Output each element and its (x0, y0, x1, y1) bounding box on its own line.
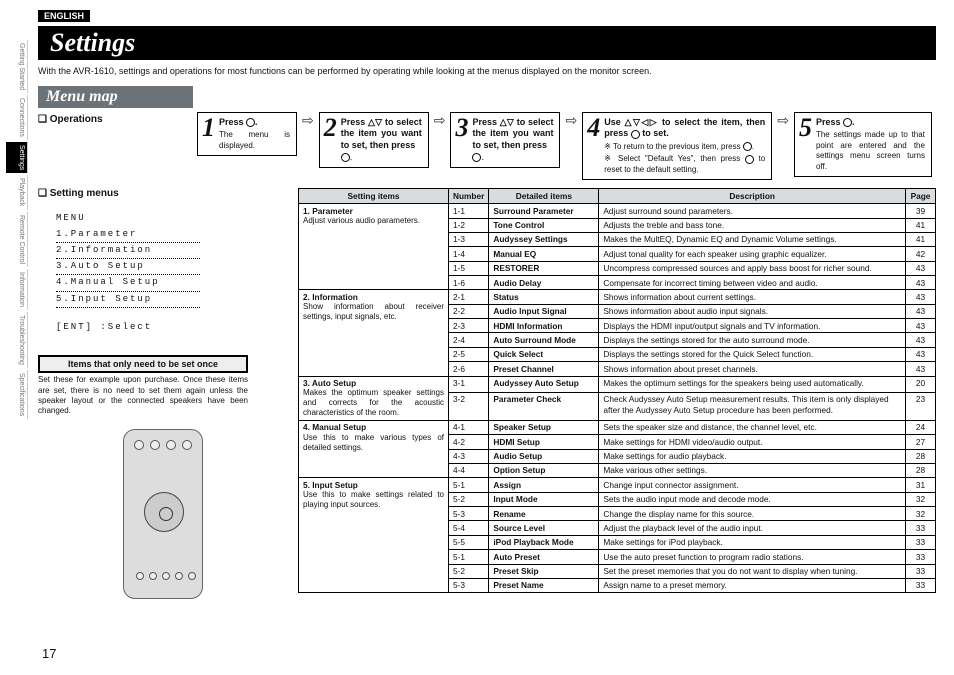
once-heading: Items that only need to be set once (38, 355, 248, 373)
dpad-icon (144, 492, 184, 532)
th-page: Page (906, 189, 936, 204)
step-3: 3 Press △▽ to select the item you want t… (450, 112, 560, 169)
operation-steps-row: ❏ Operations 1 Press . The menu is displ… (38, 112, 936, 181)
language-label: ENGLISH (38, 10, 90, 22)
side-tab-troubleshooting[interactable]: Troubleshooting (6, 312, 28, 368)
page-number: 17 (42, 646, 56, 661)
th-description: Description (599, 189, 906, 204)
table-row: 4. Manual SetupUse this to make various … (299, 420, 936, 434)
setting-item-cell: 1. ParameterAdjust various audio paramet… (299, 204, 449, 290)
table-row: 2. InformationShow information about rec… (299, 290, 936, 304)
step-5: 5 Press . The settings made up to that p… (794, 112, 932, 177)
side-tab-information[interactable]: Information (6, 269, 28, 310)
arrow-icon: ⇨ (433, 112, 447, 129)
menu-icon (843, 118, 852, 127)
setting-menus-label: ❏ Setting menus (38, 188, 288, 199)
side-tab-remote-control[interactable]: Remote Control (6, 212, 28, 267)
side-tab-settings[interactable]: Settings (6, 142, 28, 173)
return-icon (743, 142, 752, 151)
setting-item-cell: 5. Input SetupUse this to make settings … (299, 478, 449, 593)
step-2: 2 Press △▽ to select the item you want t… (319, 112, 429, 169)
enter-icon (745, 155, 754, 164)
page-title: Settings (38, 26, 936, 60)
operations-label: ❏ Operations (38, 112, 193, 125)
side-tab-connections[interactable]: Connections (6, 95, 28, 140)
menu-icon (246, 118, 255, 127)
step-1: 1 Press . The menu is displayed. (197, 112, 297, 156)
table-row: 1. ParameterAdjust various audio paramet… (299, 204, 936, 218)
remote-illustration (123, 429, 203, 599)
side-tab-specifications[interactable]: Specifications (6, 370, 28, 419)
once-text: Set these for example upon purchase. Onc… (38, 375, 248, 417)
setting-item-cell: 4. Manual SetupUse this to make various … (299, 420, 449, 477)
th-detailed: Detailed items (489, 189, 599, 204)
arrow-icon: ⇨ (776, 112, 790, 129)
settings-table: Setting items Number Detailed items Desc… (298, 188, 936, 593)
arrow-icon: ⇨ (301, 112, 315, 129)
enter-icon (631, 130, 640, 139)
table-row: 3. Auto SetupMakes the optimum speaker s… (299, 376, 936, 392)
arrow-icon: ⇨ (564, 112, 578, 129)
side-tab-playback[interactable]: Playback (6, 175, 28, 209)
th-number: Number (449, 189, 489, 204)
setting-item-cell: 3. Auto SetupMakes the optimum speaker s… (299, 376, 449, 420)
lcd-display: MENU 1.Parameter 2.Information 3.Auto Se… (48, 205, 208, 341)
enter-icon (341, 153, 350, 162)
step-4: 4 Use △▽◁▷ to select the item, then pres… (582, 112, 772, 181)
th-setting-items: Setting items (299, 189, 449, 204)
table-row: 5. Input SetupUse this to make settings … (299, 478, 936, 492)
intro-text: With the AVR-1610, settings and operatio… (38, 66, 936, 78)
menu-map-heading: Menu map (38, 86, 193, 108)
side-tab-getting-started[interactable]: Getting Started (6, 40, 28, 93)
setting-item-cell: 2. InformationShow information about rec… (299, 290, 449, 376)
